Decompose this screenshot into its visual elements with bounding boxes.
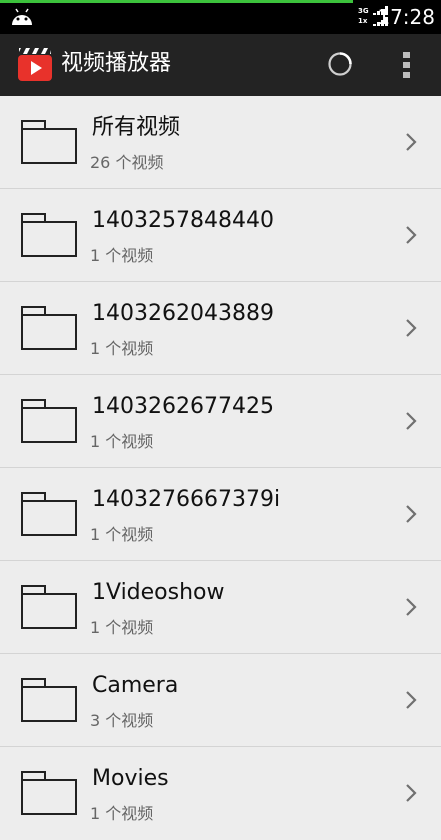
app-title: 视频播放器: [61, 51, 172, 76]
folder-video-count: 1 个视频: [90, 525, 154, 544]
chevron-right-icon: [406, 319, 417, 337]
folder-list: 所有视频 26 个视频 1403257848440 1 个视频 14032620…: [0, 96, 441, 840]
loading-spinner-icon: [328, 52, 352, 76]
network-type-top: 3G: [358, 7, 369, 15]
chevron-right-icon: [406, 691, 417, 709]
folder-video-count: 26 个视频: [90, 153, 164, 172]
folder-icon: [21, 399, 77, 443]
folder-row[interactable]: 所有视频 26 个视频: [0, 96, 441, 189]
status-bar: 3G 1x 17:28: [0, 0, 441, 34]
folder-name: Camera: [92, 673, 179, 698]
folder-name: 1Videoshow: [92, 580, 225, 605]
folder-row[interactable]: 1403262677425 1 个视频: [0, 375, 441, 468]
folder-row[interactable]: 1403262043889 1 个视频: [0, 282, 441, 375]
folder-video-count: 1 个视频: [90, 804, 154, 823]
folder-video-count: 3 个视频: [90, 711, 154, 730]
folder-icon: [21, 306, 77, 350]
chevron-right-icon: [406, 784, 417, 802]
folder-row[interactable]: Movies 1 个视频: [0, 747, 441, 840]
folder-video-count: 1 个视频: [90, 618, 154, 637]
android-notification-icon: [12, 8, 32, 25]
chevron-right-icon: [406, 412, 417, 430]
video-clapperboard-icon[interactable]: [17, 46, 53, 82]
folder-name: 1403257848440: [92, 208, 274, 233]
folder-row[interactable]: 1403257848440 1 个视频: [0, 189, 441, 282]
folder-name: 1403262677425: [92, 394, 274, 419]
chevron-right-icon: [406, 505, 417, 523]
folder-icon: [21, 120, 77, 164]
folder-name: Movies: [92, 766, 169, 791]
folder-icon: [21, 213, 77, 257]
status-progress-bar: [0, 0, 353, 3]
folder-row[interactable]: Camera 3 个视频: [0, 654, 441, 747]
folder-video-count: 1 个视频: [90, 432, 154, 451]
folder-icon: [21, 492, 77, 536]
chevron-right-icon: [406, 598, 417, 616]
folder-icon: [21, 771, 77, 815]
folder-row[interactable]: 1403276667379i 1 个视频: [0, 468, 441, 561]
folder-icon: [21, 678, 77, 722]
folder-row[interactable]: 1Videoshow 1 个视频: [0, 561, 441, 654]
overflow-menu-icon[interactable]: [396, 48, 418, 82]
folder-name: 所有视频: [92, 115, 181, 140]
folder-video-count: 1 个视频: [90, 339, 154, 358]
chevron-right-icon: [406, 226, 417, 244]
status-time: 17:28: [377, 5, 435, 29]
network-type-bottom: 1x: [358, 17, 368, 25]
chevron-right-icon: [406, 133, 417, 151]
app-bar: 视频播放器: [0, 34, 441, 96]
folder-icon: [21, 585, 77, 629]
folder-name: 1403262043889: [92, 301, 274, 326]
folder-name: 1403276667379i: [92, 487, 281, 512]
folder-video-count: 1 个视频: [90, 246, 154, 265]
